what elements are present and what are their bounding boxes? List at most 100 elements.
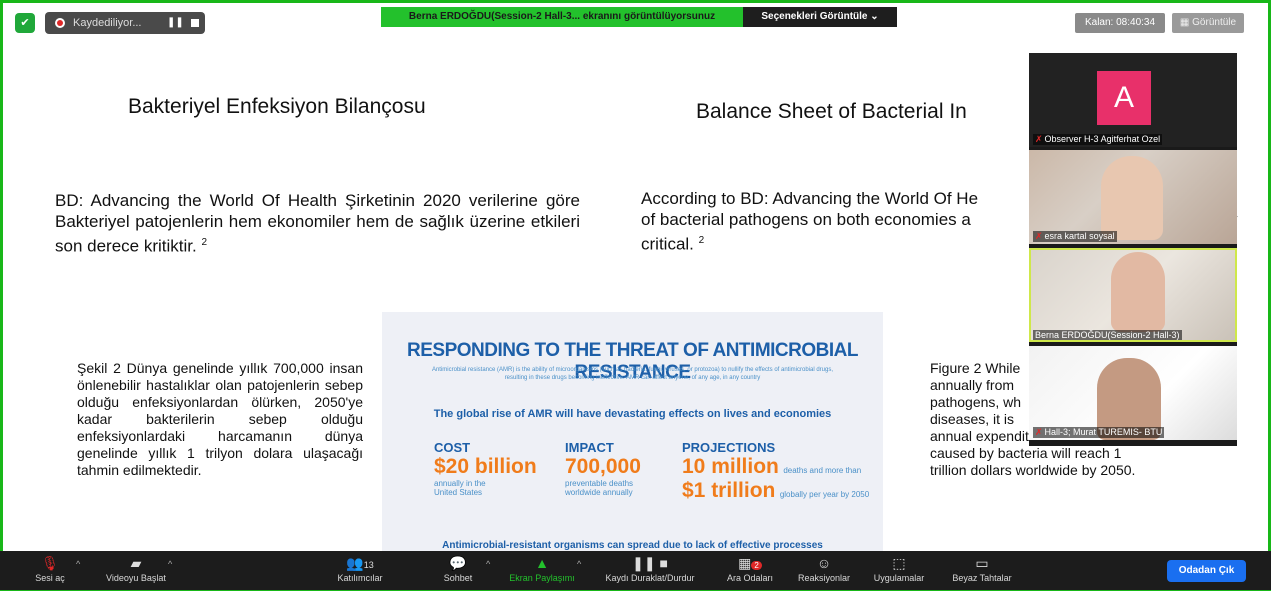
share-banner: Berna ERDOĞDU(Session-2 Hall-3... ekranı… bbox=[381, 7, 743, 27]
video-person bbox=[1111, 252, 1165, 332]
participants-button[interactable]: 👥13 Katılımcılar bbox=[325, 553, 395, 583]
participant-name-text: Berna ERDOĞDU(Session-2 Hall-3) bbox=[1035, 330, 1180, 340]
figure-caption-tr: Şekil 2 Dünya genelinde yıllık 700,000 i… bbox=[77, 360, 363, 478]
mic-muted-icon: 🎙 bbox=[41, 555, 59, 571]
top-bar: ✔ Kaydediliyor... ❚❚ Berna ERDOĞDU(Sessi… bbox=[0, 0, 1271, 44]
audio-caret-icon[interactable]: ^ bbox=[76, 559, 80, 569]
view-button[interactable]: ▦ Görüntüle bbox=[1172, 13, 1244, 33]
infographic-subtitle: Antimicrobial resistance (AMR) is the ab… bbox=[431, 367, 834, 381]
recording-label: Kaydediliyor... bbox=[73, 17, 142, 29]
record-button[interactable]: ❚❚ ■ Kaydı Duraklat/Durdur bbox=[594, 553, 706, 583]
amr-infographic: RESPONDING TO THE THREAT OF ANTIMICROBIA… bbox=[382, 312, 883, 555]
para-en-line-2: of bacterial pathogens on both economies… bbox=[641, 210, 971, 229]
remaining-time: Kalan: 08:40:34 bbox=[1075, 13, 1165, 33]
cost-column: COST $20 billion annually in the United … bbox=[434, 440, 537, 497]
share-screen-button[interactable]: ▲ Ekran Paylaşımı bbox=[504, 553, 580, 583]
grid-icon: ▦ bbox=[1179, 17, 1193, 28]
participant-name: ✗ esra kartal soysal bbox=[1033, 231, 1117, 242]
participant-gallery: A ✗ Observer H-3 Agitferhat Ozel ✗ esra ka… bbox=[1029, 53, 1237, 446]
participant-name-text: Observer H-3 Agitferhat Ozel bbox=[1044, 134, 1161, 144]
impact-heading: IMPACT bbox=[565, 440, 614, 455]
video-off-icon: ▰ bbox=[130, 555, 142, 571]
projections-column: PROJECTIONS 10 million deaths and more t… bbox=[682, 440, 869, 503]
impact-desc: preventable deaths worldwide annually bbox=[565, 479, 634, 497]
projection-2: $1 trillion globally per year by 2050 bbox=[682, 479, 869, 503]
mic-muted-icon: ✗ bbox=[1035, 231, 1043, 241]
whiteboard-icon: ▭ bbox=[975, 555, 989, 571]
chat-icon: 💬 bbox=[449, 555, 467, 571]
apps-button[interactable]: ⬚ Uygulamalar bbox=[866, 553, 932, 583]
participants-label: Katılımcılar bbox=[337, 573, 383, 583]
video-label: Videoyu Başlat bbox=[106, 573, 166, 583]
pause-recording-icon[interactable]: ❚❚ bbox=[167, 12, 184, 34]
audio-button[interactable]: 🎙 Sesi aç bbox=[28, 553, 72, 583]
projections-heading: PROJECTIONS bbox=[682, 440, 776, 455]
chat-label: Sohbet bbox=[443, 573, 473, 583]
participant-tile[interactable]: A ✗ Observer H-3 Agitferhat Ozel bbox=[1029, 53, 1237, 147]
avatar: A bbox=[1097, 71, 1151, 125]
apps-label: Uygulamalar bbox=[873, 573, 925, 583]
cost-value: $20 billion bbox=[434, 455, 537, 478]
chat-button[interactable]: 💬 Sohbet bbox=[438, 553, 478, 583]
leave-button[interactable]: Odadan Çık bbox=[1167, 560, 1246, 582]
meeting-toolbar: 🎙 Sesi aç ^ ▰ Videoyu Başlat ^ 👥13 Katıl… bbox=[0, 551, 1271, 590]
infographic-bottom: Antimicrobial-resistant organisms can sp… bbox=[442, 540, 823, 551]
infographic-rise: The global rise of AMR will have devasta… bbox=[433, 408, 832, 420]
fig-en-line-6: caused by bacteria will reach 1 bbox=[930, 445, 1122, 461]
citation-2-en: 2 bbox=[698, 235, 705, 246]
impact-value: 700,000 bbox=[565, 455, 641, 478]
projection-1: 10 million deaths and more than bbox=[682, 455, 869, 479]
participant-name-text: esra kartal soysal bbox=[1044, 231, 1115, 241]
participant-tile[interactable]: ✗ Hall-3; Murat TUREMIS- BTU bbox=[1029, 346, 1237, 440]
stop-recording-icon[interactable] bbox=[191, 19, 199, 27]
whiteboard-label: Beyaz Tahtalar bbox=[952, 573, 1012, 583]
mic-muted-icon: ✗ bbox=[1035, 134, 1043, 144]
video-caret-icon[interactable]: ^ bbox=[168, 559, 172, 569]
slide-title-en: Balance Sheet of Bacterial In bbox=[696, 100, 967, 123]
recording-dot-icon bbox=[55, 18, 65, 28]
share-screen-icon: ▲ bbox=[535, 555, 549, 571]
slide-title-tr: Bakteriyel Enfeksiyon Bilançosu bbox=[128, 95, 426, 118]
participant-tile-active-speaker[interactable]: Berna ERDOĞDU(Session-2 Hall-3) bbox=[1029, 248, 1237, 342]
projection-1-desc: deaths and more than bbox=[783, 466, 862, 475]
projection-2-desc: globally per year by 2050 bbox=[779, 490, 870, 499]
reactions-icon: ☺ bbox=[816, 555, 832, 571]
chat-caret-icon[interactable]: ^ bbox=[486, 559, 490, 569]
reactions-button[interactable]: ☺ Reaksiyonlar bbox=[792, 553, 856, 583]
participant-tile[interactable]: ✗ esra kartal soysal bbox=[1029, 150, 1237, 244]
audio-label: Sesi aç bbox=[35, 573, 65, 583]
participants-count: 13 bbox=[363, 560, 374, 570]
para-en-line-3-text: critical. bbox=[641, 234, 694, 254]
recording-indicator: Kaydediliyor... ❚❚ bbox=[45, 12, 205, 34]
cost-desc: annually in the United States bbox=[434, 479, 486, 497]
cost-heading: COST bbox=[434, 440, 471, 455]
video-person bbox=[1101, 156, 1163, 240]
reactions-label: Reaksiyonlar bbox=[797, 573, 851, 583]
participant-name: Berna ERDOĞDU(Session-2 Hall-3) bbox=[1033, 330, 1182, 340]
para-en-line-3: critical. 2 bbox=[641, 230, 978, 255]
participant-name: ✗ Observer H-3 Agitferhat Ozel bbox=[1033, 134, 1163, 145]
video-button[interactable]: ▰ Videoyu Başlat bbox=[96, 553, 176, 583]
slide-paragraph-en: According to BD: Advancing the World Of … bbox=[641, 188, 978, 255]
projection-1-value: 10 million bbox=[682, 455, 779, 478]
whiteboard-button[interactable]: ▭ Beyaz Tahtalar bbox=[944, 553, 1020, 583]
view-button-label: Görüntüle bbox=[1192, 17, 1237, 28]
share-caret-icon[interactable]: ^ bbox=[577, 559, 581, 569]
record-label: Kaydı Duraklat/Durdur bbox=[605, 573, 695, 583]
fig-en-line-7: trillion dollars worldwide by 2050. bbox=[930, 462, 1136, 478]
pause-stop-icon: ❚❚ ■ bbox=[632, 555, 668, 571]
breakout-rooms-button[interactable]: ▦ 2 Ara Odaları bbox=[720, 553, 780, 583]
view-options-button[interactable]: Seçenekleri Görüntüle ⌄ bbox=[743, 7, 897, 27]
apps-icon: ⬚ bbox=[892, 555, 906, 571]
para-en-line-1: According to BD: Advancing the World Of … bbox=[641, 189, 979, 208]
slide-paragraph-tr: BD: Advancing the World Of Health Şirket… bbox=[55, 190, 580, 257]
participant-name-text: Hall-3; Murat TUREMIS- BTU bbox=[1044, 427, 1163, 437]
participants-icon: 👥13 bbox=[346, 555, 374, 571]
security-shield-icon[interactable]: ✔ bbox=[15, 13, 35, 33]
participant-name: ✗ Hall-3; Murat TUREMIS- BTU bbox=[1033, 427, 1165, 438]
breakout-label: Ara Odaları bbox=[726, 573, 774, 583]
breakout-rooms-icon: ▦ 2 bbox=[720, 553, 780, 573]
share-label: Ekran Paylaşımı bbox=[509, 573, 575, 583]
mic-muted-icon: ✗ bbox=[1035, 427, 1043, 437]
slide-paragraph-tr-text: BD: Advancing the World Of Health Şirket… bbox=[55, 191, 580, 256]
